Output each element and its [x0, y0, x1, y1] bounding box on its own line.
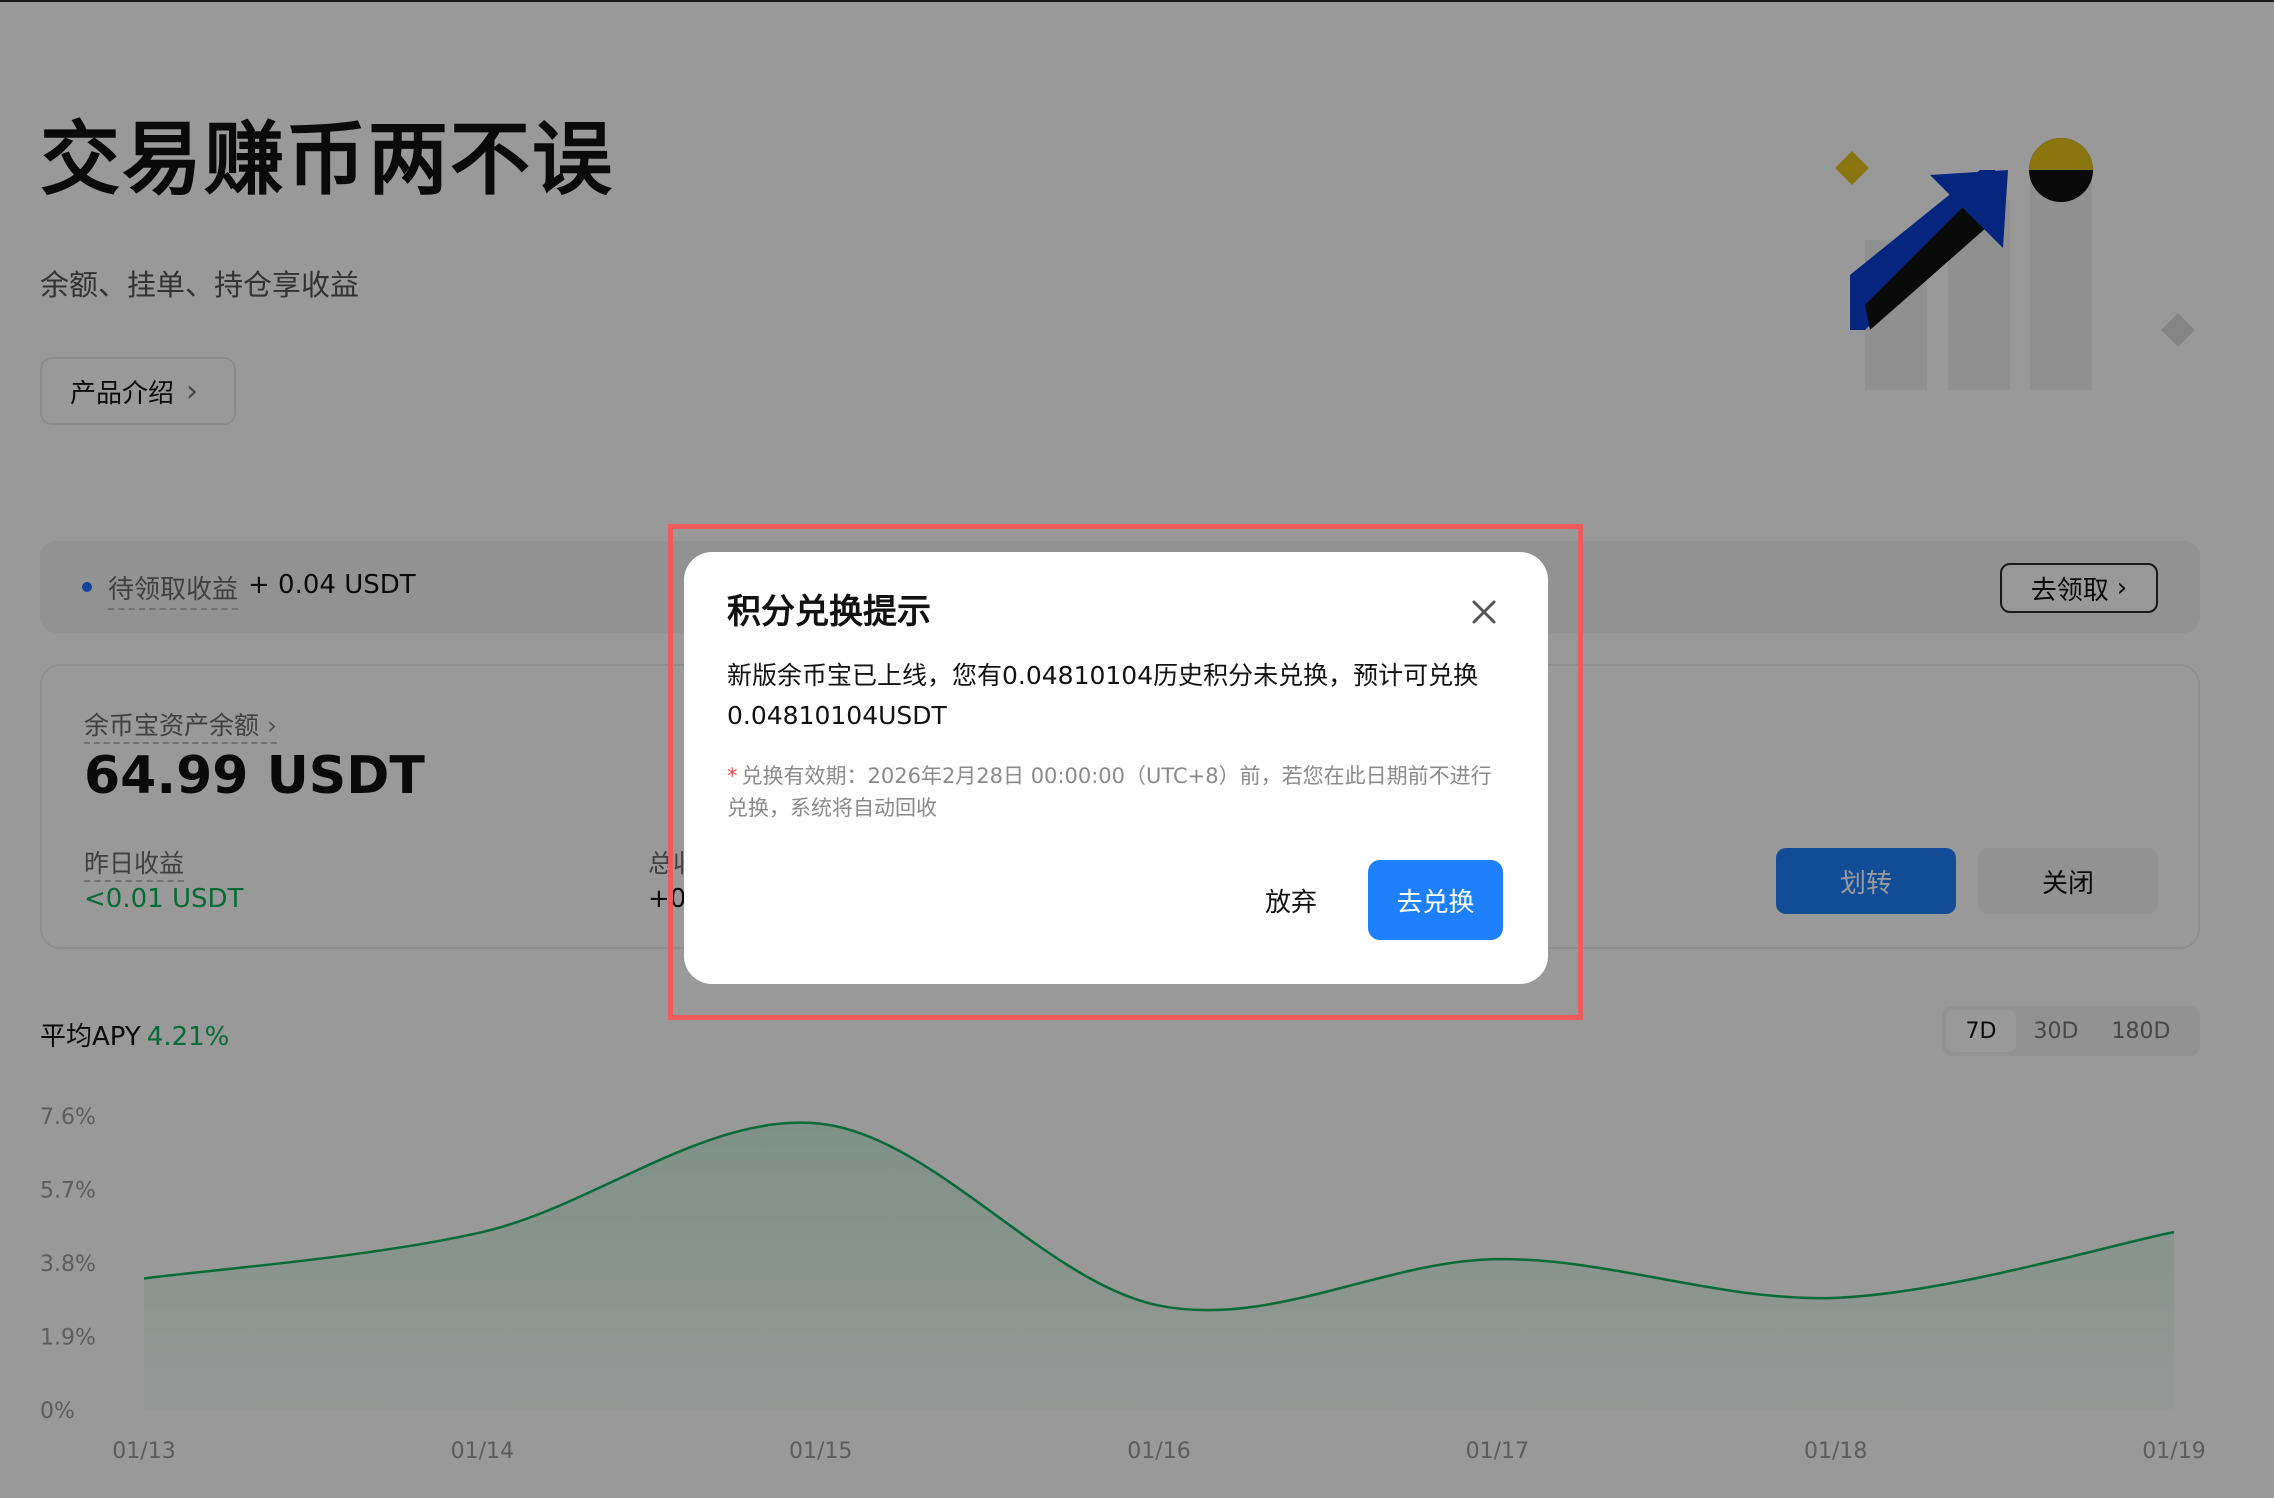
dialog-note: * 兑换有效期：2026年2月28日 00:00:00（UTC+8）前，若您在此日… [727, 760, 1507, 824]
dialog-message: 新版余币宝已上线，您有0.04810104历史积分未兑换，预计可兑换0.0481… [727, 661, 1479, 730]
points-exchange-dialog: 积分兑换提示 新版余币宝已上线，您有0.04810104历史积分未兑换，预计可兑… [684, 552, 1548, 984]
close-icon[interactable] [1464, 592, 1504, 632]
dialog-note-text: 兑换有效期：2026年2月28日 00:00:00（UTC+8）前，若您在此日期… [727, 764, 1492, 820]
dialog-title: 积分兑换提示 [727, 592, 931, 632]
abandon-button[interactable]: 放弃 [1244, 860, 1338, 940]
redeem-button[interactable]: 去兑换 [1368, 860, 1503, 940]
required-star: * [727, 764, 738, 788]
